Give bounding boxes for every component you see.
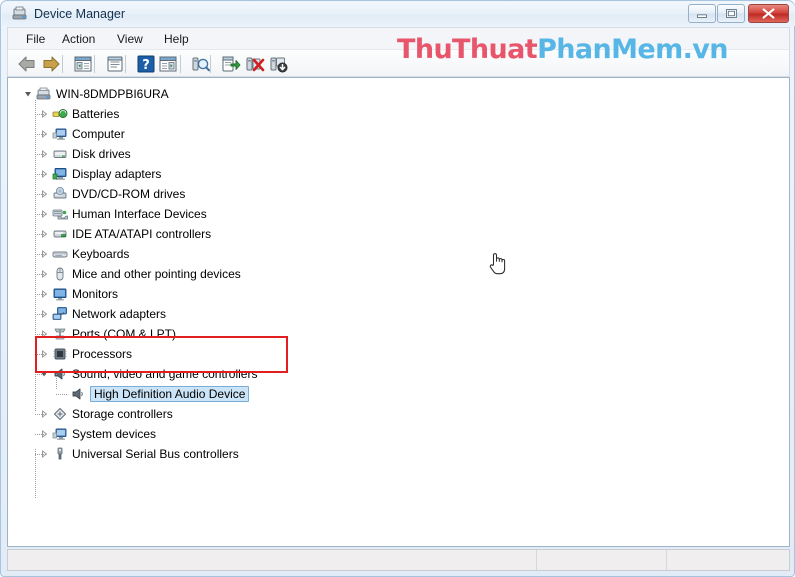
monitor-icon	[52, 286, 68, 302]
expand-arrow-icon[interactable]	[38, 306, 49, 322]
tree-label-root[interactable]: WIN-8DMDPBI6URA	[56, 86, 169, 102]
expand-arrow-icon[interactable]	[38, 426, 49, 442]
tree-label-ide-controllers[interactable]: IDE ATA/ATAPI controllers	[72, 226, 211, 242]
forward-button[interactable]	[40, 54, 62, 74]
expand-arrow-icon[interactable]	[38, 206, 49, 222]
device-tree[interactable]: WIN-8DMDPBI6URA Batteries Computer Disk …	[7, 77, 790, 547]
expand-arrow-icon[interactable]	[38, 266, 49, 282]
device-manager-window: Device Manager File Action View Help ? T…	[0, 0, 795, 577]
watermark-text-blue: PhanMem.vn	[537, 34, 728, 65]
title-bar[interactable]: Device Manager	[2, 2, 795, 26]
audio-device-icon	[70, 386, 86, 402]
tree-connector	[56, 374, 57, 390]
watermark-text-red: ThuThuat	[397, 34, 538, 65]
watermark: ThuThuatPhanMem.vn	[397, 34, 729, 65]
toolbar-separator	[210, 55, 211, 73]
tree-label-mice[interactable]: Mice and other pointing devices	[72, 266, 241, 282]
processor-icon	[52, 346, 68, 362]
toolbar-separator	[180, 55, 181, 73]
toolbar-separator	[125, 55, 126, 73]
battery-icon	[52, 106, 68, 122]
computer-icon	[52, 126, 68, 142]
tree-label-network-adapters[interactable]: Network adapters	[72, 306, 166, 322]
system-device-icon	[52, 426, 68, 442]
menu-item-file[interactable]: File	[20, 31, 51, 47]
keyboard-icon	[52, 246, 68, 262]
toolbar-separator	[62, 55, 63, 73]
show-hide-action-pane-button[interactable]	[157, 54, 179, 74]
expand-arrow-icon[interactable]	[38, 106, 49, 122]
expand-arrow-icon[interactable]	[38, 186, 49, 202]
uninstall-device-button[interactable]	[244, 54, 266, 74]
tree-label-disk-drives[interactable]: Disk drives	[72, 146, 131, 162]
hand-pointer-cursor	[486, 250, 510, 280]
menu-item-help[interactable]: Help	[158, 31, 195, 47]
tree-connector	[35, 449, 36, 499]
device-manager-icon	[12, 6, 28, 22]
collapse-arrow-icon[interactable]	[22, 86, 33, 102]
status-pane-secondary	[537, 550, 667, 570]
expand-arrow-icon[interactable]	[38, 446, 49, 462]
expand-arrow-icon[interactable]	[38, 226, 49, 242]
usb-controller-icon	[52, 446, 68, 462]
port-icon	[52, 326, 68, 342]
ide-controller-icon	[52, 226, 68, 242]
tree-label-sound-controllers[interactable]: Sound, video and game controllers	[72, 366, 257, 382]
sound-controller-icon	[52, 366, 68, 382]
back-button[interactable]	[16, 54, 38, 74]
storage-controller-icon	[52, 406, 68, 422]
expand-arrow-icon[interactable]	[38, 326, 49, 342]
close-button[interactable]	[748, 4, 789, 23]
tree-label-usb-controllers[interactable]: Universal Serial Bus controllers	[72, 446, 239, 462]
tree-connector	[35, 100, 36, 412]
properties-button[interactable]	[104, 54, 126, 74]
expand-arrow-icon[interactable]	[38, 406, 49, 422]
hid-icon	[52, 206, 68, 222]
tree-label-monitors[interactable]: Monitors	[72, 286, 118, 302]
display-adapter-icon	[52, 166, 68, 182]
tree-label-keyboards[interactable]: Keyboards	[72, 246, 129, 262]
maximize-button[interactable]	[717, 4, 745, 23]
computer-root-icon	[36, 86, 52, 102]
tree-label-display-adapters[interactable]: Display adapters	[72, 166, 161, 182]
expand-arrow-icon[interactable]	[38, 166, 49, 182]
expand-arrow-icon[interactable]	[38, 346, 49, 362]
tree-connector	[56, 394, 68, 395]
update-driver-button[interactable]	[220, 54, 242, 74]
disable-device-button[interactable]	[268, 54, 290, 74]
toolbar-separator	[94, 55, 95, 73]
status-pane-tertiary	[667, 550, 789, 570]
tree-label-human-interface-devices[interactable]: Human Interface Devices	[72, 206, 207, 222]
dvd-drive-icon	[52, 186, 68, 202]
show-hide-console-tree-button[interactable]	[72, 54, 94, 74]
expand-arrow-icon[interactable]	[38, 286, 49, 302]
disk-drive-icon	[52, 146, 68, 162]
status-bar	[7, 549, 790, 571]
tree-label-ports[interactable]: Ports (COM & LPT)	[72, 326, 176, 342]
scan-for-hardware-changes-button[interactable]	[190, 54, 212, 74]
tree-label-batteries[interactable]: Batteries	[72, 106, 119, 122]
expand-arrow-icon[interactable]	[38, 146, 49, 162]
menu-item-view[interactable]: View	[111, 31, 149, 47]
mouse-icon	[52, 266, 68, 282]
minimize-button[interactable]	[688, 4, 716, 23]
tree-label-high-definition-audio-device[interactable]: High Definition Audio Device	[90, 386, 250, 402]
tree-label-system-devices[interactable]: System devices	[72, 426, 156, 442]
tree-label-processors[interactable]: Processors	[72, 346, 132, 362]
collapse-arrow-icon[interactable]	[38, 366, 49, 382]
help-button[interactable]: ?	[135, 54, 157, 74]
svg-text:?: ?	[142, 58, 150, 73]
network-adapter-icon	[52, 306, 68, 322]
menu-item-action[interactable]: Action	[56, 31, 101, 47]
expand-arrow-icon[interactable]	[38, 126, 49, 142]
tree-label-computer[interactable]: Computer	[72, 126, 125, 142]
tree-label-dvd-cdrom-drives[interactable]: DVD/CD-ROM drives	[72, 186, 185, 202]
status-pane-primary	[8, 550, 537, 570]
expand-arrow-icon[interactable]	[38, 246, 49, 262]
window-title: Device Manager	[34, 7, 126, 21]
tree-label-storage-controllers[interactable]: Storage controllers	[72, 406, 173, 422]
